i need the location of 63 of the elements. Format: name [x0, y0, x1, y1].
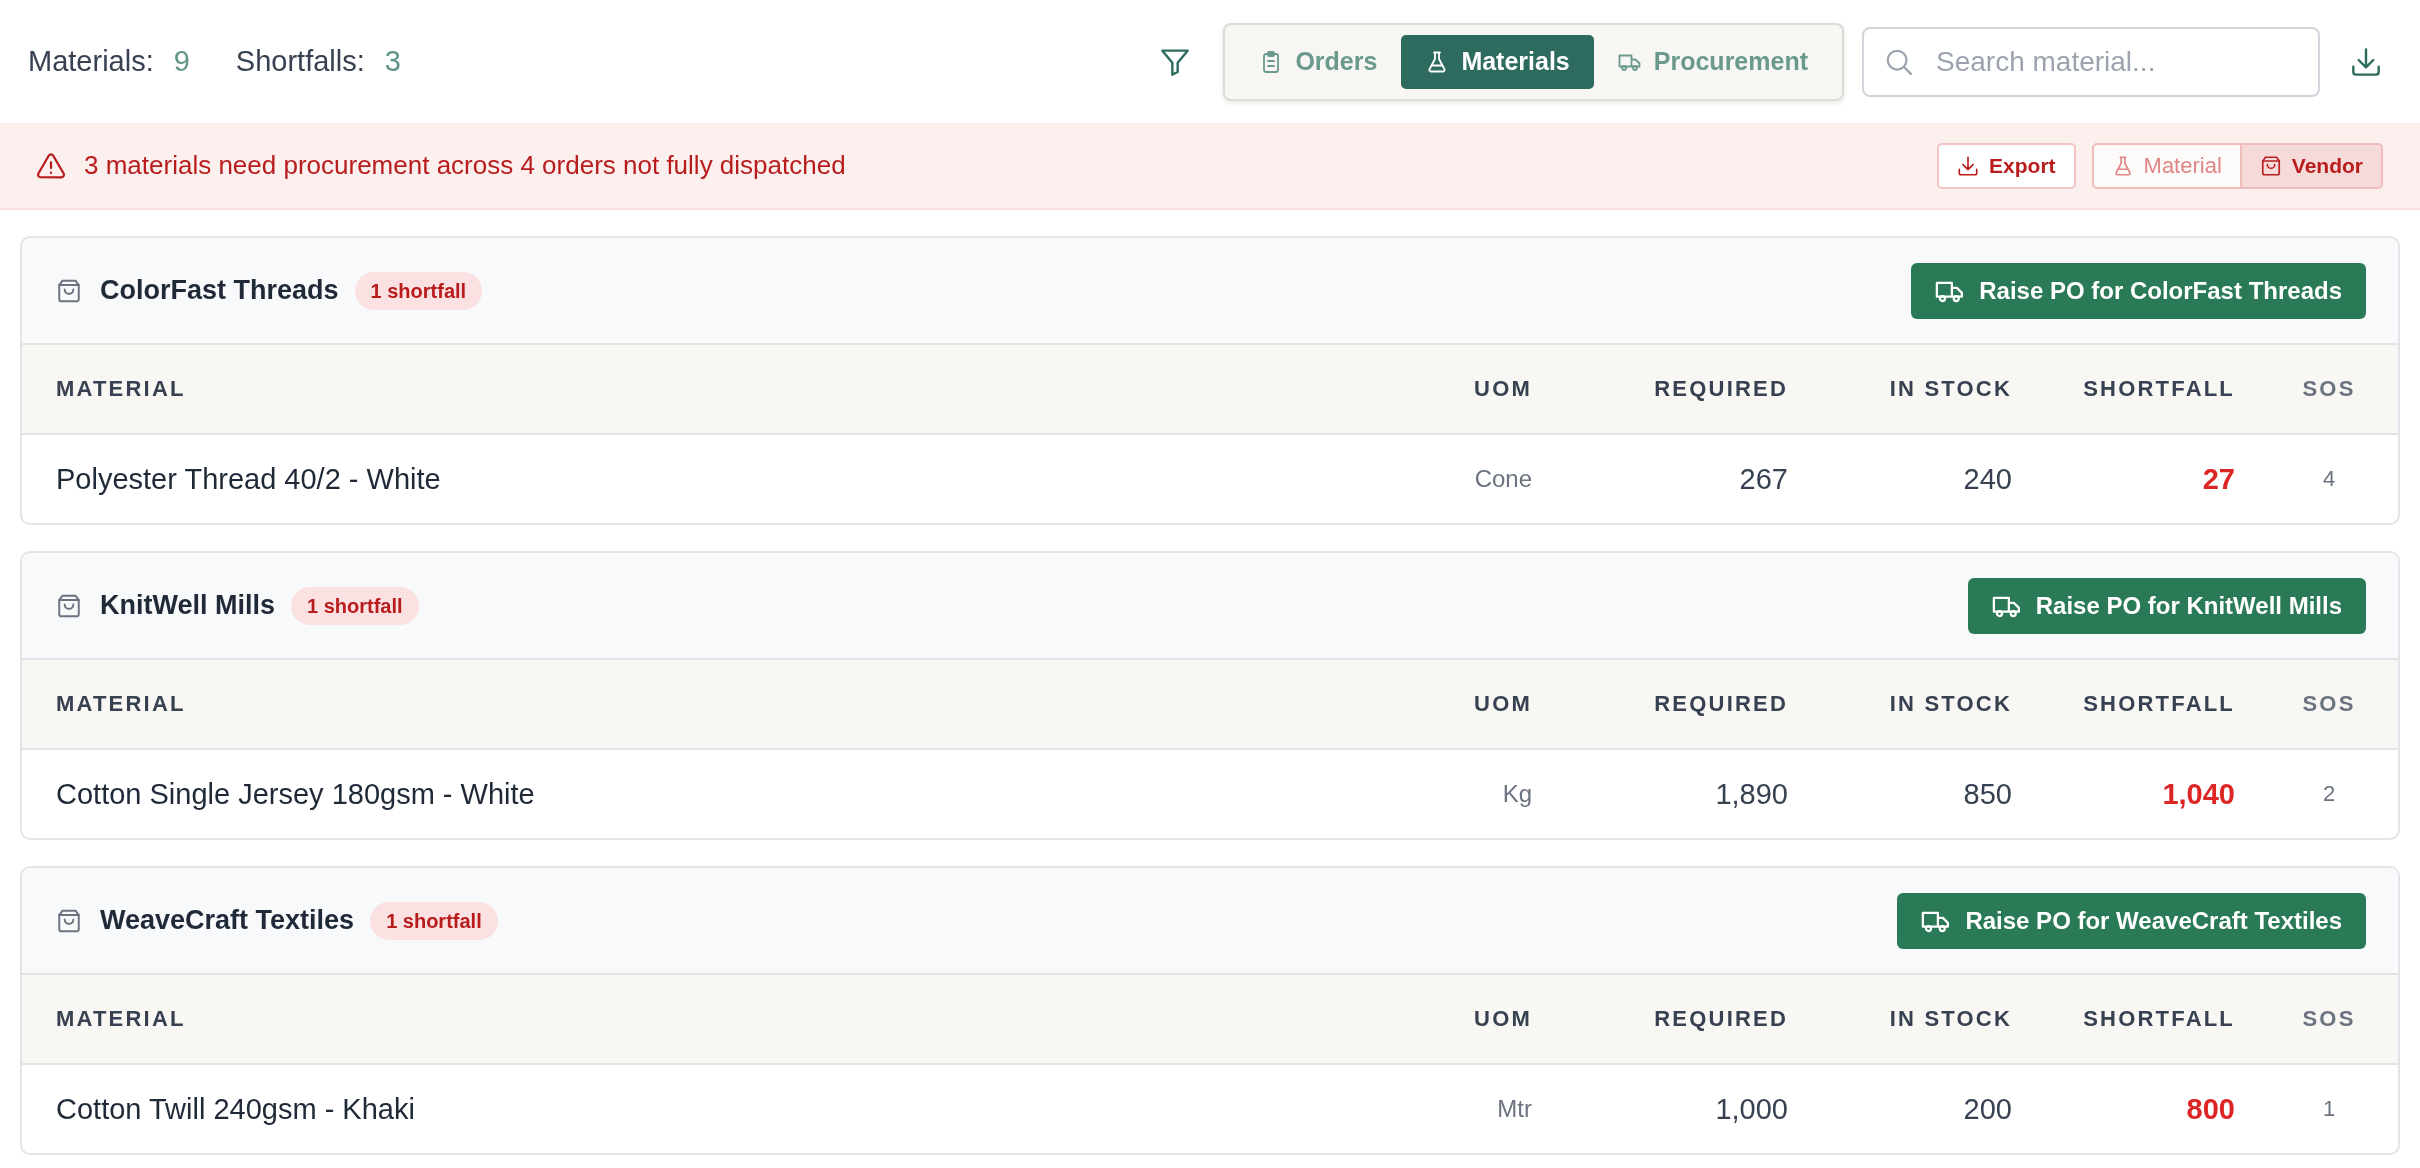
vendor-name: WeaveCraft Textiles [100, 905, 355, 936]
required-header: REQUIRED [1654, 1006, 1788, 1032]
summary-label: Materials: [28, 45, 154, 78]
material-name: Cotton Twill 240gsm - Khaki [56, 1092, 415, 1126]
uom-header: UOM [1474, 691, 1532, 717]
vendor-name: KnitWell Mills [100, 590, 275, 621]
sos-cell-text: 4 [2321, 466, 2337, 492]
shopping-bag-icon [2259, 154, 2282, 177]
in-stock-cell: 850 [1963, 777, 2012, 811]
sos-header: SOS [2301, 1006, 2357, 1032]
shortfall-header: SHORTFALL [2083, 1006, 2235, 1032]
shortfall-cell: 800 [2186, 1092, 2235, 1126]
view-tab[interactable]: Materials [1401, 34, 1594, 89]
material-header: MATERIAL [56, 376, 186, 402]
group-by-toggle[interactable]: Vendor [2241, 142, 2383, 189]
material-name: Cotton Single Jersey 180gsm - White [56, 777, 535, 811]
required-cell: 1,000 [1715, 1092, 1788, 1126]
uom-cell: Mtr [1497, 1095, 1532, 1123]
required-header: REQUIRED [1654, 376, 1788, 402]
required-cell: 1,890 [1715, 777, 1788, 811]
sos-cell-text: 1 [2321, 1096, 2337, 1122]
view-tab[interactable]: Procurement [1593, 34, 1832, 89]
shopping-bag-icon [56, 277, 82, 304]
download-icon[interactable] [2350, 45, 2382, 78]
search-field[interactable]: Search material... [1862, 26, 2320, 97]
material-header: MATERIAL [56, 691, 186, 717]
view-tab[interactable]: Orders [1235, 34, 1402, 89]
sos-header: SOS [2301, 691, 2357, 717]
shortfall-cell: 27 [2202, 462, 2235, 496]
sos-header: SOS [2301, 376, 2357, 402]
required-header: REQUIRED [1654, 691, 1788, 717]
summary-count: 9 [173, 45, 190, 78]
shortfall-header: SHORTFALL [2083, 691, 2235, 717]
in-stock-header: IN STOCK [1889, 1006, 2012, 1032]
in-stock-cell: 200 [1963, 1092, 2012, 1126]
export-button[interactable]: Export [1937, 142, 2076, 189]
material-header: MATERIAL [56, 1006, 186, 1032]
in-stock-header: IN STOCK [1889, 376, 2012, 402]
in-stock-header: IN STOCK [1889, 691, 2012, 717]
vendor-name: ColorFast Threads [100, 275, 339, 306]
material-name: Polyester Thread 40/2 - White [56, 462, 441, 496]
warning-icon [36, 150, 66, 181]
required-cell: 267 [1739, 462, 1788, 496]
shopping-bag-icon [56, 592, 82, 619]
uom-cell: Kg [1502, 780, 1532, 808]
shopping-bag-icon [56, 907, 82, 934]
uom-cell: Cone [1474, 465, 1532, 493]
summary-count: 3 [384, 45, 401, 78]
alert-message: 3 materials need procurement across 4 orders not fully dispatched [84, 150, 846, 181]
shortfall-cell: 1,040 [2162, 777, 2235, 811]
in-stock-cell: 240 [1963, 462, 2012, 496]
shortfall-badge: 1 shortfall [370, 901, 498, 940]
raise-po-button[interactable]: Raise PO for ColorFast Threads [1911, 262, 2366, 319]
shortfall-badge: 1 shortfall [291, 586, 419, 625]
download-icon [1957, 154, 1980, 177]
summary-label: Shortfalls: [235, 45, 365, 78]
raise-po-button[interactable]: Raise PO for KnitWell Mills [1967, 577, 2366, 634]
shortfall-badge: 1 shortfall [354, 271, 483, 310]
sos-cell-text: 2 [2321, 781, 2337, 807]
uom-header: UOM [1474, 376, 1532, 402]
shortfall-header: SHORTFALL [2083, 376, 2235, 402]
raise-po-button[interactable]: Raise PO for WeaveCraft Textiles [1897, 892, 2366, 949]
uom-header: UOM [1474, 1006, 1532, 1032]
